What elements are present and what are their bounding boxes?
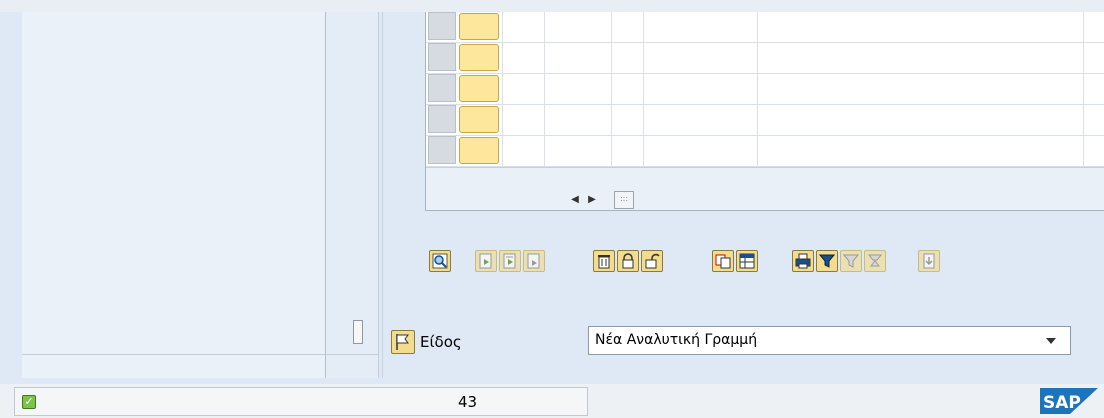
status-message-area: ✓ 43 — [14, 387, 588, 416]
row-selector[interactable] — [428, 105, 456, 133]
lock-icon[interactable] — [617, 250, 639, 272]
row-button[interactable] — [459, 75, 499, 102]
filter-icon[interactable] — [816, 250, 838, 272]
table-row — [426, 136, 1104, 167]
column-divider — [1083, 12, 1084, 167]
column-divider — [544, 12, 545, 167]
grid-horizontal-scroll: ◀ ▶ ::: — [426, 167, 1104, 210]
column-divider — [643, 12, 644, 167]
status-count: 43 — [458, 393, 478, 411]
row-selector[interactable] — [428, 43, 456, 71]
insert-row-icon[interactable] — [475, 250, 497, 272]
unlock-icon[interactable] — [641, 250, 663, 272]
column-divider — [502, 12, 503, 167]
export-icon[interactable] — [918, 250, 940, 272]
sap-logo-text: SAP — [1043, 393, 1081, 413]
column-divider — [757, 12, 758, 167]
row-button[interactable] — [459, 44, 499, 71]
print-icon[interactable] — [792, 250, 814, 272]
left-pane — [22, 12, 383, 378]
data-grid: ◀ ▶ ::: — [425, 12, 1104, 211]
flag-icon[interactable] — [391, 330, 415, 354]
copy-icon[interactable] — [712, 250, 734, 272]
column-divider — [611, 12, 612, 167]
scroll-left-icon[interactable]: ◀ — [570, 194, 580, 206]
table-row — [426, 12, 1104, 43]
row-button[interactable] — [459, 137, 499, 164]
table-row — [426, 74, 1104, 105]
scrollbar-thumb[interactable] — [353, 320, 363, 344]
row-selector[interactable] — [428, 136, 456, 164]
sort-icon[interactable] — [864, 250, 886, 272]
row-selector[interactable] — [428, 74, 456, 102]
sap-logo: SAP — [1040, 388, 1098, 414]
status-bar: ✓ 43 SAP — [0, 384, 1104, 418]
type-select-value: Νέα Αναλυτική Γραμμή — [595, 332, 758, 348]
table-row — [426, 105, 1104, 136]
divider — [22, 354, 378, 355]
column-settings-icon[interactable]: ::: — [614, 191, 634, 209]
type-field-label: Είδος — [420, 333, 462, 351]
find-icon[interactable] — [429, 250, 451, 272]
delete-icon[interactable] — [593, 250, 615, 272]
chevron-down-icon[interactable] — [1046, 338, 1056, 344]
row-button[interactable] — [459, 13, 499, 40]
row-selector[interactable] — [428, 12, 456, 40]
type-select[interactable]: Νέα Αναλυτική Γραμμή — [588, 326, 1071, 355]
table-row — [426, 43, 1104, 74]
top-strip — [0, 0, 1104, 12]
append-row-icon[interactable] — [499, 250, 521, 272]
filter-disabled-icon[interactable] — [840, 250, 862, 272]
tree-area[interactable] — [22, 12, 326, 378]
scroll-right-icon[interactable]: ▶ — [587, 194, 597, 206]
layout-icon[interactable] — [736, 250, 758, 272]
copy-row-icon[interactable] — [523, 250, 545, 272]
vertical-scrollbar[interactable] — [326, 12, 379, 378]
row-button[interactable] — [459, 106, 499, 133]
checkmark-icon: ✓ — [22, 395, 36, 409]
